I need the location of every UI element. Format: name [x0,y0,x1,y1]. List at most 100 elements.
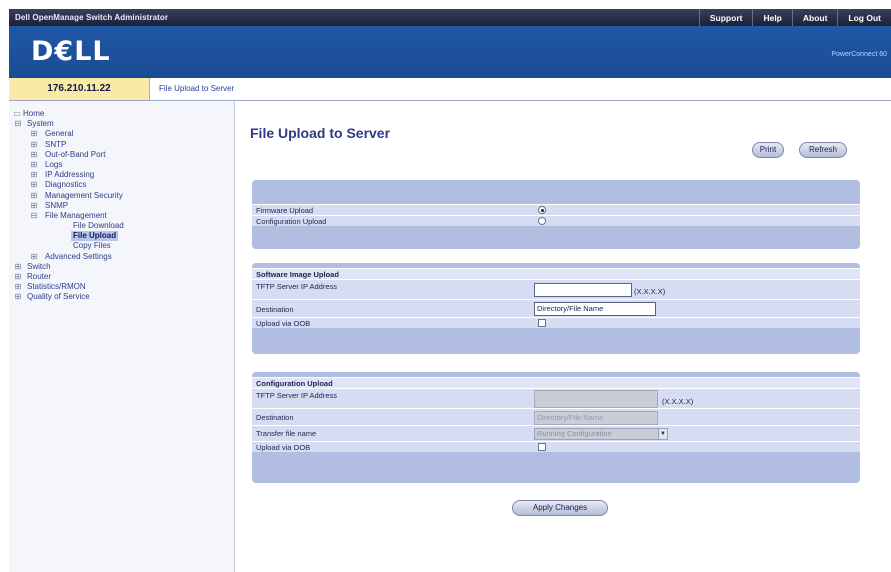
sw-destination-row: Destination Directory/File Name [252,299,860,317]
tree-label: Switch [27,261,51,271]
transfer-file-select[interactable]: Running Configuration ▼ [534,428,668,440]
cfg-tftp-row: TFTP Server IP Address (X.X.X.X) [252,388,860,408]
tree-label: Copy Files [73,241,111,251]
cfg-destination-input[interactable]: Directory/File Name [534,411,658,425]
apply-changes-button[interactable]: Apply Changes [512,500,608,516]
cfg-oob-checkbox[interactable] [538,443,546,451]
tree-label: Diagnostics [45,180,87,190]
tree-item-system[interactable]: ⊟ System [9,119,234,129]
tree-item-copy-files[interactable]: Copy Files [9,241,234,251]
expand-icon[interactable]: ⊞ [29,180,39,190]
tree-item-router[interactable]: ⊞ Router [9,272,234,282]
expand-icon[interactable]: ⊞ [13,272,23,282]
transfer-file-value: Running Configuration [537,429,612,438]
cfg-destination-row: Destination Directory/File Name [252,408,860,425]
expand-icon[interactable]: ⊞ [13,262,23,272]
software-image-rows: Software Image Upload TFTP Server IP Add… [252,268,860,328]
tree-label: Logs [45,159,63,169]
support-link[interactable]: Support [698,9,753,26]
sw-tftp-hint: (X.X.X.X) [634,287,666,296]
tree-label: File Management [45,210,107,220]
tree-label: Statistics/RMON [27,282,86,292]
help-link[interactable]: Help [752,9,791,26]
software-image-panel: Software Image Upload TFTP Server IP Add… [252,263,860,354]
tree-label: Management Security [45,190,123,200]
expand-icon[interactable]: ⊞ [29,160,39,170]
expand-icon[interactable]: ⊞ [29,150,39,160]
tree-item-diagnostics[interactable]: ⊞ Diagnostics [9,180,234,190]
about-link[interactable]: About [791,9,838,26]
tree-item-out-of-band-port[interactable]: ⊞ Out-of-Band Port [9,150,234,160]
logout-link[interactable]: Log Out [837,9,891,26]
tree-label: Out-of-Band Port [45,149,106,159]
configuration-upload-row: Configuration Upload [252,215,860,226]
tree-item-sntp[interactable]: ⊞ SNTP [9,140,234,150]
sw-destination-label: Destination [256,305,294,314]
expand-icon[interactable]: ⊞ [29,129,39,139]
sw-tftp-label: TFTP Server IP Address [256,282,338,291]
expand-icon[interactable]: ⊞ [29,140,39,150]
expand-icon[interactable]: ⊞ [29,170,39,180]
collapse-icon[interactable]: ⊟ [29,211,39,221]
tree-item-quality-of-service[interactable]: ⊞ Quality of Service [9,292,234,302]
configuration-panel: Configuration Upload TFTP Server IP Addr… [252,372,860,483]
breadcrumb: File Upload to Server [159,84,235,93]
configuration-rows: Configuration Upload TFTP Server IP Addr… [252,377,860,452]
tree-item-file-management[interactable]: ⊟ File Management [9,211,234,221]
home-folder-icon: ▭ [13,109,21,118]
dropdown-arrow-icon[interactable]: ▼ [658,429,667,439]
tree-item-file-download[interactable]: File Download [9,221,234,231]
tree-item-snmp[interactable]: ⊞ SNMP [9,201,234,211]
tree-item-home[interactable]: ▭ Home [9,109,234,119]
cfg-oob-row: Upload via OOB [252,441,860,452]
tree-label: SNTP [45,139,67,149]
expand-icon[interactable]: ⊞ [29,252,39,262]
configuration-header: Configuration Upload [252,377,860,388]
expand-icon[interactable]: ⊞ [29,191,39,201]
sw-tftp-input[interactable] [534,283,632,297]
tree-label: Quality of Service [27,292,90,302]
brand-banner: D€LL PowerConnect 60 [9,26,891,78]
expand-icon[interactable]: ⊞ [29,201,39,211]
tree-item-logs[interactable]: ⊞ Logs [9,160,234,170]
sw-oob-checkbox[interactable] [538,319,546,327]
upload-type-rows: Firmware Upload Configuration Upload [252,204,860,226]
tree-label: System [27,119,54,129]
refresh-button[interactable]: Refresh [799,142,847,158]
section-title: Software Image Upload [256,270,339,279]
tree-item-file-upload[interactable]: File Upload [9,231,234,242]
collapse-icon[interactable]: ⊟ [13,119,23,129]
cfg-transfer-row: Transfer file name Running Configuration… [252,425,860,441]
device-bar: 176.210.11.22 File Upload to Server [9,78,891,101]
sw-oob-row: Upload via OOB [252,317,860,328]
tree-label: File Download [73,221,124,231]
tree-item-advanced-settings[interactable]: ⊞ Advanced Settings [9,252,234,262]
cfg-tftp-hint: (X.X.X.X) [662,397,694,406]
product-tagline: PowerConnect 60 [831,51,887,58]
cfg-tftp-input[interactable] [534,390,658,408]
tree-label: General [45,129,74,139]
configuration-upload-label: Configuration Upload [256,217,327,226]
tree-label: IP Addressing [45,170,95,180]
firmware-upload-radio[interactable] [538,206,546,214]
tree-label: Home [23,109,45,118]
configuration-upload-radio[interactable] [538,217,546,225]
top-bar: Dell OpenManage Switch Administrator Sup… [9,9,891,26]
tree-item-management-security[interactable]: ⊞ Management Security [9,191,234,201]
print-button[interactable]: Print [752,142,784,158]
cfg-oob-label: Upload via OOB [256,443,311,452]
tree-item-statistics-rmon[interactable]: ⊞ Statistics/RMON [9,282,234,292]
expand-icon[interactable]: ⊞ [13,292,23,302]
tree-item-general[interactable]: ⊞ General [9,129,234,139]
sw-tftp-row: TFTP Server IP Address (X.X.X.X) [252,279,860,299]
firmware-upload-label: Firmware Upload [256,206,314,215]
tree-item-ip-addressing[interactable]: ⊞ IP Addressing [9,170,234,180]
tree-label: SNMP [45,200,69,210]
sw-destination-input[interactable]: Directory/File Name [534,302,656,316]
expand-icon[interactable]: ⊞ [13,282,23,292]
cfg-tftp-label: TFTP Server IP Address [256,391,338,400]
navigation-tree: ▭ Home ⊟ System ⊞ General ⊞ SNTP ⊞ Out-o… [9,101,235,572]
firmware-upload-row: Firmware Upload [252,204,860,215]
cfg-destination-label: Destination [256,413,294,422]
tree-item-switch[interactable]: ⊞ Switch [9,262,234,272]
